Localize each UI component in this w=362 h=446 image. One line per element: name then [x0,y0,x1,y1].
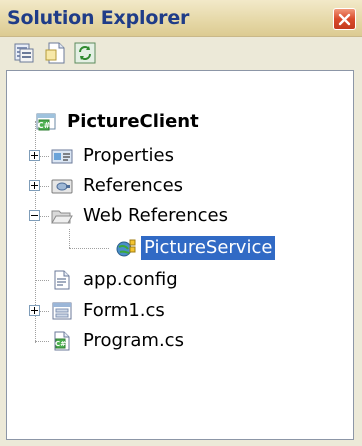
refresh-button[interactable] [73,41,97,65]
csharp-file-icon: C# [54,331,70,351]
tree-item-label: References [83,175,184,196]
tree-item-label: Properties [83,145,174,166]
web-service-icon [116,239,136,257]
tree-item-label: app.config [83,269,178,290]
tree-item-properties[interactable]: Properties [7,141,347,171]
form-icon [52,302,72,320]
tree-item-label: Program.cs [83,330,184,351]
properties-button[interactable] [12,41,36,65]
tree-item-web-references[interactable]: Web References [7,201,347,231]
tree-item-label: Web References [83,205,228,226]
csharp-project-icon: C# [36,113,56,131]
expand-toggle[interactable] [29,180,40,191]
tree-item-references[interactable]: References [7,171,347,201]
tree-item-pictureservice[interactable]: PictureService [7,233,347,263]
show-all-files-button[interactable] [44,41,68,65]
tree-item-app-config[interactable]: app.config [7,265,347,295]
references-icon [51,179,73,194]
toolbar [0,37,362,70]
close-icon [338,13,351,26]
svg-text:C#: C# [38,121,51,130]
close-button[interactable] [333,8,356,30]
window-title: Solution Explorer [7,7,190,29]
tree-item-form1[interactable]: Form1.cs [7,296,347,326]
svg-text:C#: C# [55,340,66,348]
config-file-icon [54,270,70,290]
expand-toggle[interactable] [29,305,40,316]
expand-toggle[interactable] [29,150,40,161]
properties-icon [14,43,34,63]
show-all-files-icon [45,42,65,64]
tree-root-label: PictureClient [67,111,199,132]
properties-folder-icon [51,149,73,164]
tree-root-pictureclient[interactable]: C# PictureClient [7,107,347,137]
folder-open-icon [51,210,73,224]
tree-item-label: PictureService [141,236,276,260]
tree-item-program[interactable]: C# Program.cs [7,326,347,356]
title-bar[interactable]: Solution Explorer [0,0,362,37]
tree-item-label: Form1.cs [83,300,165,321]
solution-explorer-window: Solution Explorer C# PictureClient Prope… [0,0,362,446]
solution-tree: C# PictureClient Properties References W… [6,70,354,440]
collapse-toggle[interactable] [29,210,40,221]
refresh-icon [74,42,96,64]
